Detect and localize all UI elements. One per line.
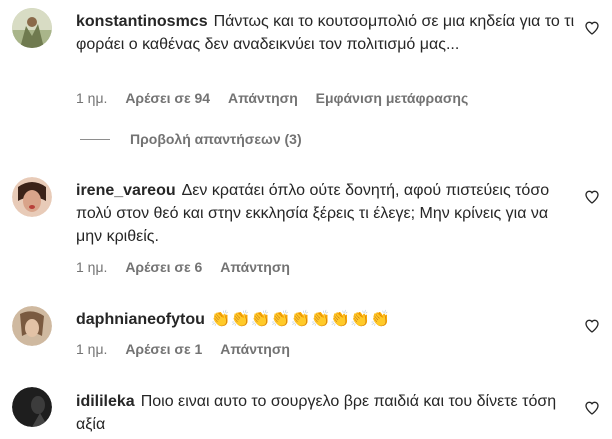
avatar[interactable]: [12, 306, 52, 346]
heart-outline-icon[interactable]: [584, 189, 600, 205]
likes-count[interactable]: Αρέσει σε 6: [125, 259, 202, 275]
view-replies-button[interactable]: Προβολή απαντήσεων (3): [80, 131, 302, 147]
username[interactable]: konstantinosmcs: [76, 13, 208, 30]
comment-time[interactable]: 1 ημ.: [76, 341, 107, 357]
comment-body: konstantinosmcs Πάντως και το κουτσομπολι…: [76, 10, 576, 56]
username[interactable]: irene_vareou: [76, 182, 176, 199]
view-replies-label: Προβολή απαντήσεων (3): [130, 131, 302, 147]
avatar[interactable]: [12, 387, 52, 427]
comment-body: daphnianeofytou 👏👏👏👏👏👏👏👏👏: [76, 308, 576, 331]
avatar[interactable]: [12, 177, 52, 217]
comment-time[interactable]: 1 ημ.: [76, 90, 107, 106]
comment-time[interactable]: 1 ημ.: [76, 259, 107, 275]
comment-meta: 1 ημ. Αρέσει σε 1 Απάντηση: [76, 341, 304, 357]
heart-outline-icon[interactable]: [584, 318, 600, 334]
reply-button[interactable]: Απάντηση: [220, 341, 290, 357]
heart-outline-icon[interactable]: [584, 400, 600, 416]
likes-count[interactable]: Αρέσει σε 94: [125, 90, 210, 106]
comment-meta: 1 ημ. Αρέσει σε 6 Απάντηση: [76, 259, 304, 275]
avatar[interactable]: [12, 8, 52, 48]
comment-body: irene_vareou Δεν κρατάει όπλο ούτε δονητή…: [76, 179, 576, 248]
comment-meta: 1 ημ. Αρέσει σε 94 Απάντηση Εμφάνιση μετ…: [76, 90, 482, 106]
divider-line: [80, 138, 110, 140]
comment-text: Ποιο ειναι αυτο το σουργελο βρε παιδιά κ…: [76, 393, 557, 433]
comment-text: 👏👏👏👏👏👏👏👏👏: [210, 311, 391, 328]
reply-button[interactable]: Απάντηση: [228, 90, 298, 106]
likes-count[interactable]: Αρέσει σε 1: [125, 341, 202, 357]
username[interactable]: daphnianeofytou: [76, 311, 205, 328]
show-translation-button[interactable]: Εμφάνιση μετάφρασης: [316, 90, 469, 106]
reply-button[interactable]: Απάντηση: [220, 259, 290, 275]
heart-outline-icon[interactable]: [584, 20, 600, 36]
comment-body: idilileka Ποιο ειναι αυτο το σουργελο βρε…: [76, 390, 576, 436]
username[interactable]: idilileka: [76, 393, 135, 410]
comments-list: konstantinosmcs Πάντως και το κουτσομπολι…: [0, 0, 612, 439]
